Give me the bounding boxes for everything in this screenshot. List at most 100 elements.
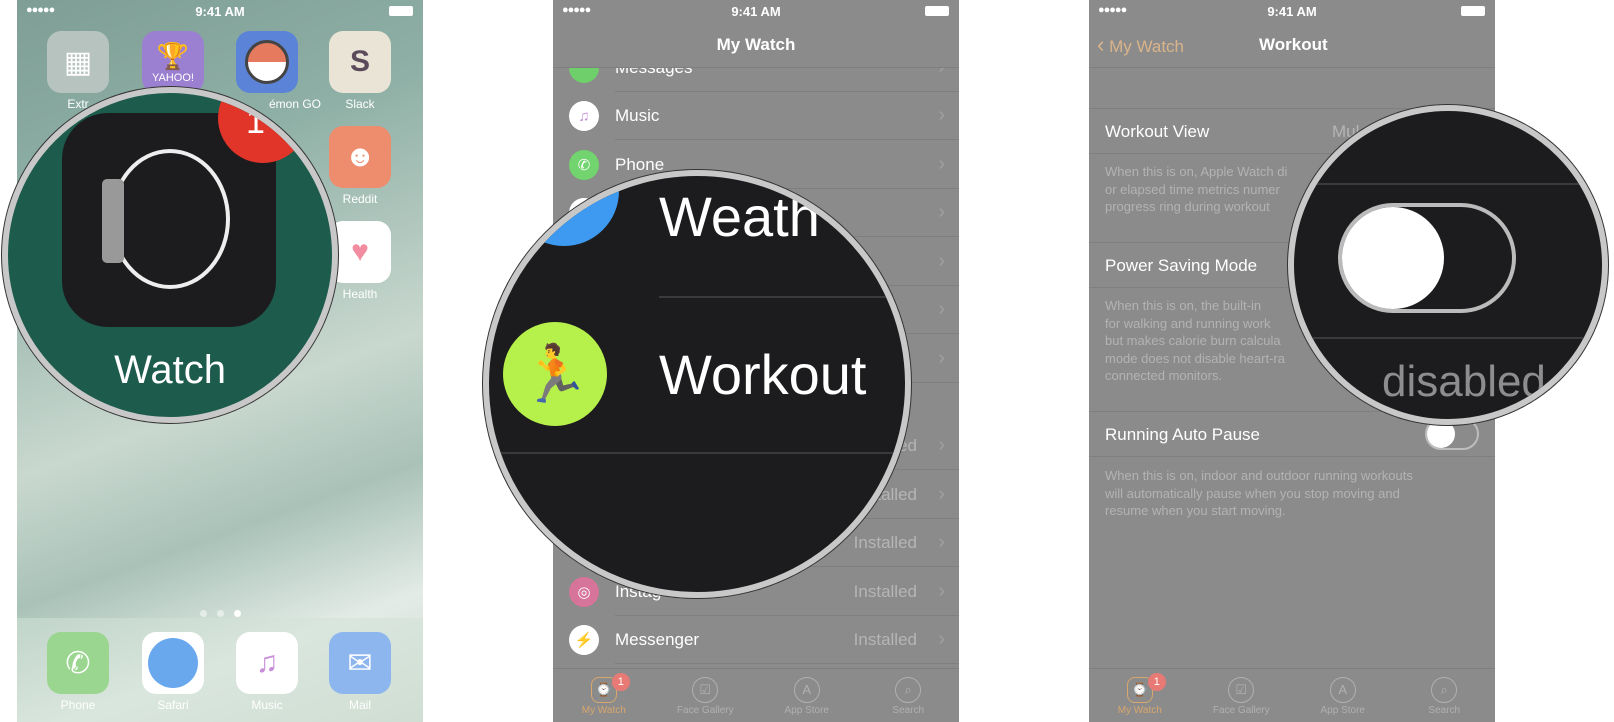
status-label: Installed <box>853 582 917 601</box>
chevron-right-icon: › <box>938 483 945 505</box>
app-health[interactable]: ♥ Health <box>329 221 391 301</box>
chevron-right-icon: › <box>938 104 945 126</box>
divider <box>659 296 905 298</box>
status-bar: ●●●●● 9:41 AM <box>17 0 423 22</box>
chevron-right-icon: › <box>938 628 945 650</box>
trophy-icon: 🏆 YAHOO! <box>142 31 204 93</box>
tab-face-gallery[interactable]: ☑ Face Gallery <box>655 669 757 722</box>
chevron-right-icon: › <box>938 347 945 369</box>
tab-label: App Store <box>784 705 829 716</box>
envelope-icon: ✉ <box>329 632 391 694</box>
app-store-icon: A <box>793 677 820 703</box>
page-title: Workout <box>1259 35 1328 54</box>
disabled-label: disabled <box>1382 357 1546 406</box>
magnifier-power-saving-toggle: disabled <box>1288 105 1608 425</box>
battery-icon <box>925 6 949 16</box>
tab-label: My Watch <box>581 705 626 716</box>
dock: ✆ Phone Safari ♫ Music ✉ Mail <box>17 618 423 722</box>
app-label: Music <box>251 698 283 712</box>
pokeball-icon <box>236 31 298 93</box>
row-label: Messenger <box>615 630 700 649</box>
app-store-icon: A <box>1329 677 1356 703</box>
tab-face-gallery[interactable]: ☑ Face Gallery <box>1191 669 1293 722</box>
tab-search[interactable]: ⌕ Search <box>1394 669 1496 722</box>
nav-bar: ‹ My Watch Workout <box>1089 22 1495 68</box>
app-label: Safari <box>157 698 189 712</box>
workout-label[interactable]: Workout <box>659 342 866 407</box>
phone-icon: ✆ <box>47 632 109 694</box>
app-label: Health <box>342 287 378 301</box>
tab-bar: ⌚ My Watch 1 ☑ Face Gallery A App Store ⌕ Search <box>553 668 959 722</box>
auto-pause-description: When this is on, indoor and outdoor runn… <box>1105 468 1413 518</box>
row-label: Running Auto Pause <box>1105 425 1261 444</box>
clock: 9:41 AM <box>1267 4 1317 19</box>
chevron-right-icon: › <box>938 153 945 175</box>
app-slack[interactable]: S Slack <box>329 31 391 111</box>
magnifier-workout-row: Weath 🏃 Workout <box>483 170 911 598</box>
search-icon: ⌕ <box>895 677 922 703</box>
clock: 9:41 AM <box>195 4 245 19</box>
tab-label: Face Gallery <box>1212 705 1270 716</box>
watch-app-label: Watch <box>114 348 226 392</box>
watch-face-icon: ☑ <box>692 677 719 703</box>
divider <box>1294 183 1602 185</box>
tab-label: Face Gallery <box>676 705 734 716</box>
battery-icon <box>389 6 413 16</box>
search-icon: ⌕ <box>1431 677 1458 703</box>
chevron-left-icon: ‹ <box>1097 32 1105 57</box>
messenger-icon: ⚡ <box>569 625 599 655</box>
tab-app-store[interactable]: A App Store <box>756 669 858 722</box>
status-label: Installed <box>853 630 917 649</box>
running-figure-icon[interactable]: 🏃 <box>503 322 607 426</box>
dock-mail[interactable]: ✉ Mail <box>329 632 391 712</box>
chevron-right-icon: › <box>938 201 945 223</box>
dock-music[interactable]: ♫ Music <box>236 632 298 712</box>
instagram-icon: ◎ <box>569 577 599 607</box>
toggle-knob <box>1342 207 1444 309</box>
app-label: Reddit <box>342 192 378 206</box>
tab-label: Search <box>1428 705 1461 716</box>
list-item[interactable]: ⚡ Messenger Installed › <box>553 616 959 664</box>
list-item[interactable]: ♫ Music › <box>553 92 959 140</box>
chevron-right-icon: › <box>938 434 945 456</box>
watch-face-icon: ☑ <box>1228 677 1255 703</box>
tab-app-store[interactable]: A App Store <box>1292 669 1394 722</box>
back-button[interactable]: ‹ My Watch <box>1097 22 1184 70</box>
weather-icon <box>509 176 619 246</box>
watch-band-icon <box>110 149 230 289</box>
chevron-right-icon: › <box>938 531 945 553</box>
app-yahoo[interactable]: 🏆 YAHOO! <box>142 31 204 93</box>
app-label: Mail <box>348 698 371 712</box>
status-label: Installed <box>853 533 917 552</box>
tab-my-watch[interactable]: ⌚ My Watch 1 <box>553 669 655 722</box>
weather-label: Weath <box>659 185 820 248</box>
app-reddit[interactable]: ☻ Reddit <box>329 126 391 206</box>
tab-badge: 1 <box>611 673 630 691</box>
tab-label: My Watch <box>1117 705 1162 716</box>
app-extras[interactable]: ▦ Extr <box>47 31 109 111</box>
app-pokemon-go[interactable] <box>236 31 298 93</box>
dock-phone[interactable]: ✆ Phone <box>47 632 109 712</box>
row-label: Phone <box>615 155 665 174</box>
divider <box>1294 337 1602 339</box>
tab-my-watch[interactable]: ⌚ My Watch 1 <box>1089 669 1191 722</box>
tab-label: App Store <box>1320 705 1365 716</box>
dock-safari[interactable]: Safari <box>142 632 204 712</box>
tab-bar: ⌚ My Watch 1 ☑ Face Gallery A App Store ⌕ Search <box>1089 668 1495 722</box>
status-bar: ●●●●● 9:41 AM <box>553 0 959 22</box>
chevron-right-icon: › <box>938 580 945 602</box>
slack-icon: S <box>329 31 391 93</box>
tab-badge: 1 <box>1147 673 1166 691</box>
chevron-right-icon: › <box>938 250 945 272</box>
power-saving-toggle[interactable] <box>1338 203 1516 313</box>
app-label: Phone <box>60 698 96 712</box>
row-label: Power Saving Mode <box>1105 256 1258 275</box>
tab-search[interactable]: ⌕ Search <box>858 669 960 722</box>
row-label: Workout View <box>1105 122 1210 141</box>
tab-label: Search <box>892 705 925 716</box>
page-title: My Watch <box>716 35 796 54</box>
magnifier-watch-app: 1 Watch <box>2 87 338 423</box>
reddit-icon: ☻ <box>329 126 391 188</box>
watch-case-icon <box>102 179 124 263</box>
divider <box>489 452 905 454</box>
